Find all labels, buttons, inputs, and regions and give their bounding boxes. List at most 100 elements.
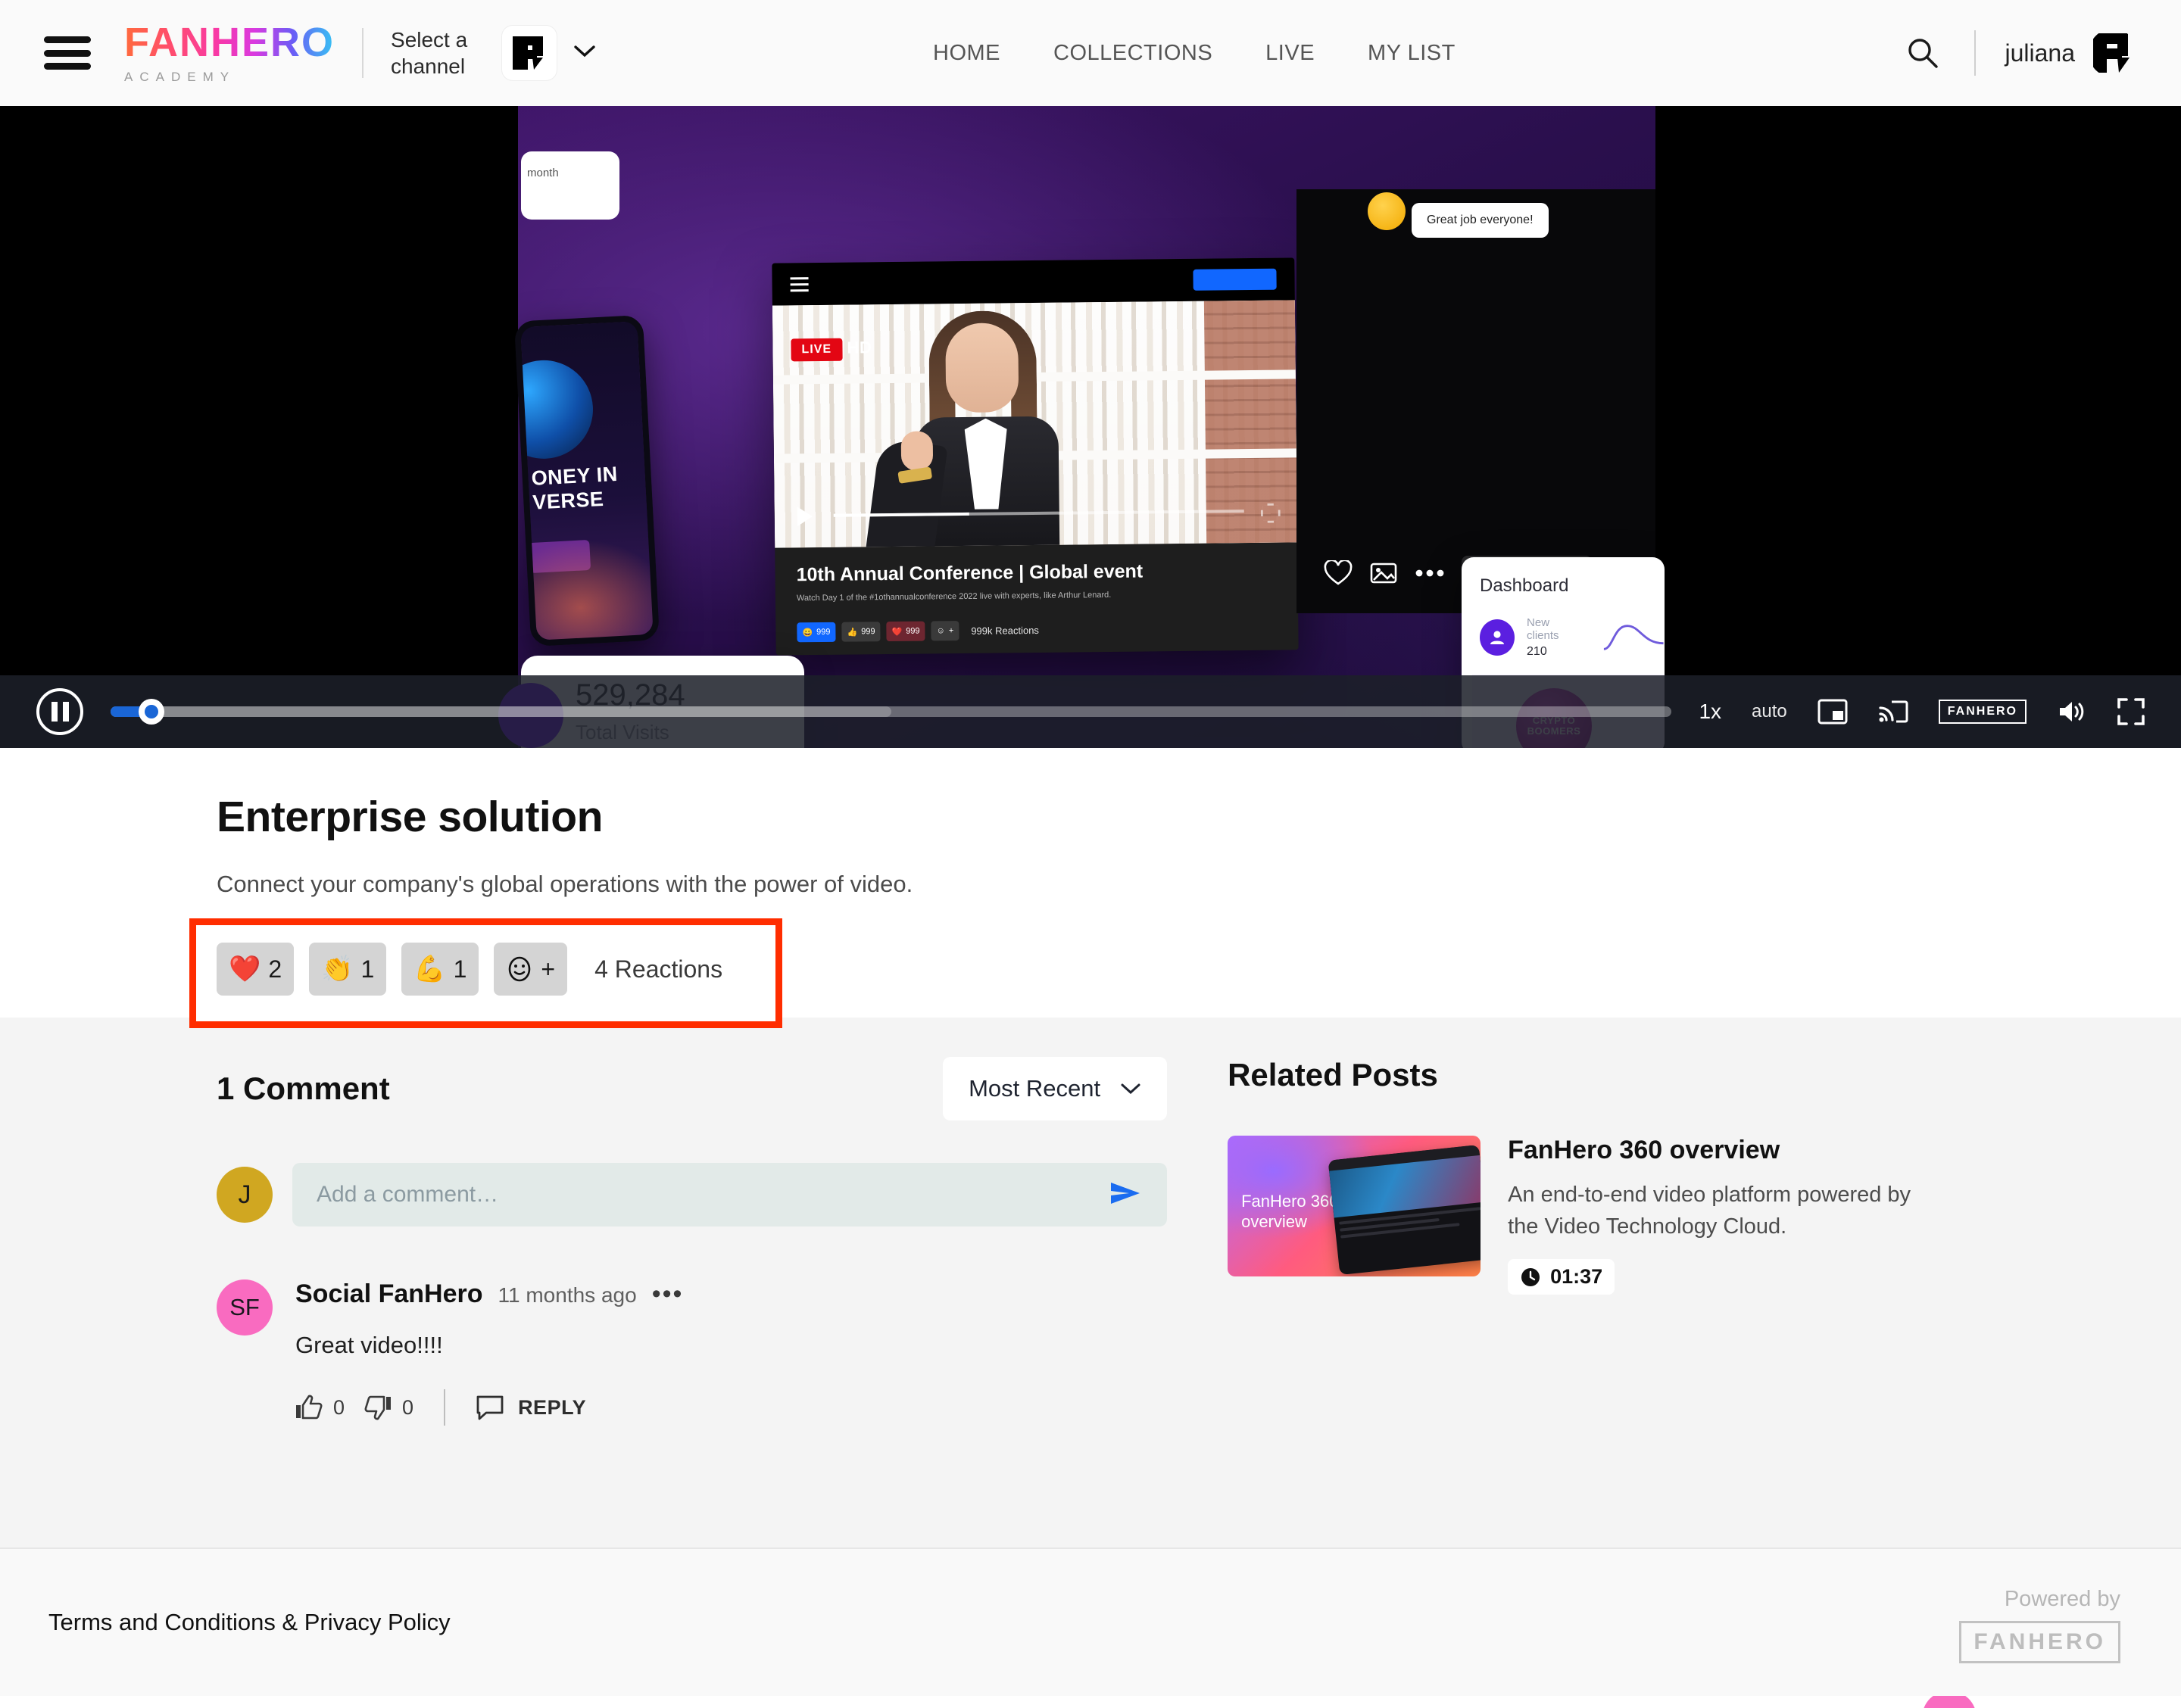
related-post-thumbnail: FanHero 360° overview [1228,1136,1481,1276]
related-post-title[interactable]: FanHero 360 overview [1508,1136,1917,1165]
clap-icon: 👏 [321,955,354,983]
scene-person-head [945,323,1019,413]
scene-reactions-row: 😀 999 👍 999 ❤️ 999 ☺ + 999k Reactions [797,618,1277,643]
comment-text: Great video!!!! [295,1332,443,1358]
user-avatar[interactable] [2089,29,2137,77]
chromecast-icon[interactable] [1878,699,1908,725]
channel-chevron-down-icon[interactable] [573,45,596,62]
thumbs-up-icon [296,1395,323,1420]
seek-bar[interactable] [111,699,1672,725]
comments-header: 1 Comment Most Recent [217,1057,1168,1120]
add-reaction-button[interactable]: + [494,943,568,996]
terms-and-privacy-link[interactable]: Terms and Conditions & Privacy Policy [48,1609,451,1636]
comments-sort-dropdown[interactable]: Most Recent [943,1057,1168,1120]
send-icon[interactable] [1108,1178,1143,1212]
comment-actions-divider [444,1389,446,1426]
quality-button[interactable]: auto [1752,701,1787,722]
muscle-icon: 💪 [413,955,446,983]
scene-phone-mock: ONEY IN VERSE [513,314,660,647]
header-right: juliana [1900,29,2137,77]
clap-reaction-button[interactable]: 👏 1 [309,943,387,996]
related-post-tablet-graphic [1328,1144,1481,1276]
participants-label: Participants: [1777,1705,1902,1708]
related-post-item[interactable]: FanHero 360° overview FanHero 360 overvie… [1228,1136,1964,1295]
muscle-reaction-button[interactable]: 💪 1 [401,943,479,996]
nav-item-collections[interactable]: COLLECTIONS [1053,41,1212,66]
fullscreen-icon[interactable] [2117,698,2145,725]
seek-buffered [111,706,891,717]
image-icon [1370,563,1397,584]
player-control-bar: 1x auto FANHERO [0,675,2181,748]
hamburger-menu-icon[interactable] [44,36,91,70]
nav-item-my-list[interactable]: MY LIST [1368,41,1456,66]
volume-on-icon[interactable] [2057,699,2087,725]
scene-chat-bubble: Great job everyone! [1412,203,1549,238]
scene-dashboard-title: Dashboard [1480,575,1569,596]
clap-reaction-count: 1 [360,955,375,983]
channel-logo[interactable] [502,26,557,80]
player-right-controls: 1x auto FANHERO [1699,698,2145,725]
pause-icon[interactable] [36,688,83,735]
scene-brick-wall [1203,300,1298,544]
reactions-bar: ❤️ 2 👏 1 💪 1 + 4 Reactions [217,943,722,996]
video-frame-content: month ONEY IN VERSE LIVE HD 10th Annual … [0,106,2181,748]
heart-reaction-button[interactable]: ❤️ 2 [217,943,295,996]
scene-add-reaction-chip: ☺ + [931,621,959,641]
related-post-duration: 01:37 [1508,1259,1615,1295]
scene-reaction-count: 999 [906,626,920,636]
scene-dashboard-metric-value: 210 [1527,645,1547,658]
comment-reply-label: REPLY [518,1395,587,1419]
picture-in-picture-icon[interactable] [1818,699,1848,725]
video-player[interactable]: month ONEY IN VERSE LIVE HD 10th Annual … [0,106,2181,748]
muscle-reaction-count: 1 [453,955,467,983]
header-divider [362,28,364,78]
comment-timestamp: 11 months ago [498,1283,637,1307]
powered-by-brand: FANHERO [1974,1629,2106,1654]
page-title: Enterprise solution [217,793,603,841]
search-icon[interactable] [1900,30,1945,76]
letterbox-right [1655,106,2181,748]
phone-glow [516,535,660,647]
related-post-description: An end-to-end video platform powered by … [1508,1183,1911,1239]
add-reaction-plus: + [541,955,556,983]
comment-dislike-button[interactable]: 0 [364,1395,413,1420]
nav-item-live[interactable]: LIVE [1265,41,1315,66]
scene-chat-panel: Great job everyone! Say something... [1296,189,1655,613]
scene-add-reaction-plus: + [948,626,954,636]
more-options-icon[interactable]: ••• [652,1281,684,1307]
seek-handle[interactable] [138,699,164,725]
brand-subtitle: ACADEMY [124,69,236,84]
heart-reaction-count: 2 [268,955,282,983]
user-icon [1480,619,1515,656]
username-label[interactable]: juliana [2005,39,2075,67]
powered-by-label: Powered by [2004,1587,2120,1611]
powered-by-block: Powered by FANHERO [1959,1587,2120,1663]
comment-reply-button[interactable]: REPLY [476,1395,586,1420]
reactions-total-label: 4 Reactions [594,955,723,983]
scene-video-subtitle: Watch Day 1 of the #1othannualconference… [796,590,1112,603]
scene-reaction-emoji: 😀 [802,628,813,637]
more-horizontal-icon [1415,569,1444,577]
comments-sort-value: Most Recent [969,1075,1101,1102]
brand-logo[interactable]: FANHERO ACADEMY [124,22,335,85]
nav-item-home[interactable]: HOME [933,41,1000,66]
scene-reaction-emoji: ❤️ [891,627,903,637]
scene-dashboard-metric-label: New clients [1527,616,1559,642]
heart-icon: ❤️ [229,955,261,983]
heart-icon [1324,560,1353,585]
comment-input-wrapper[interactable] [292,1163,1168,1226]
player-brand-badge[interactable]: FANHERO [1938,700,2027,724]
comment-item: SF Social FanHero 11 months ago ••• Grea… [217,1279,1167,1426]
comment-input[interactable] [317,1182,1095,1208]
video-description: Connect your company's global operations… [217,871,913,897]
playback-speed-button[interactable]: 1x [1699,700,1721,724]
scene-reaction-chip-smile: 😀 999 [797,622,836,643]
scene-reaction-count: 999 [861,627,875,637]
scene-hd-badge: HD [847,338,872,357]
comment-header: Social FanHero 11 months ago ••• [295,1279,1167,1309]
comment-like-button[interactable]: 0 [295,1395,345,1420]
scene-browser-topbar [772,257,1295,306]
comment-author[interactable]: Social FanHero [295,1279,483,1309]
lower-section: 1 Comment Most Recent J SF Social FanHer… [0,1018,2181,1547]
smiley-face-icon [509,956,531,982]
